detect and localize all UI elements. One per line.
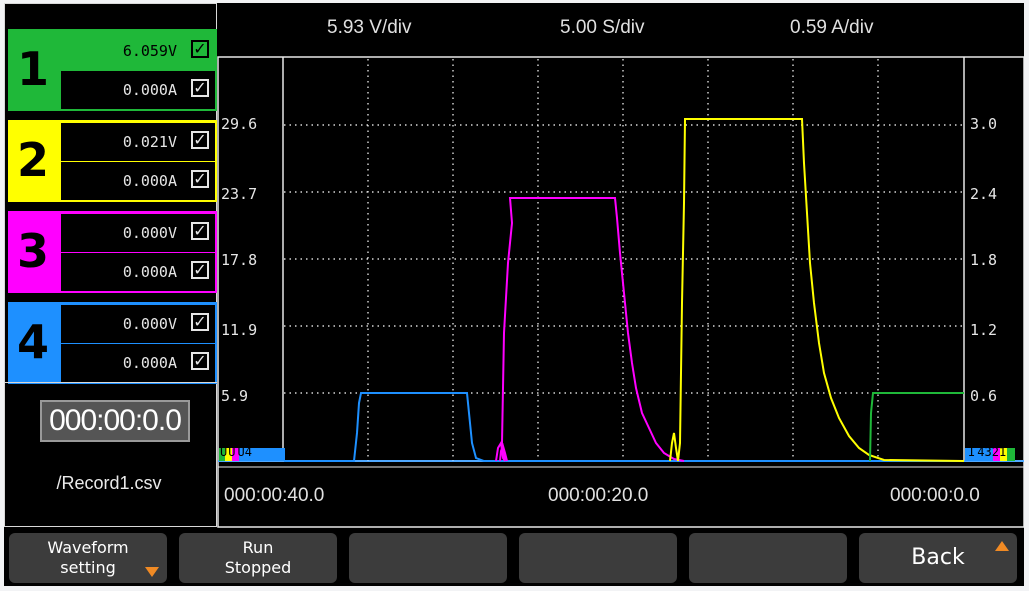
time-label-left: 000:00:40.0 (224, 485, 325, 506)
up-arrow-icon (995, 541, 1009, 551)
right-marker-text: I 4321 (968, 445, 1007, 459)
time-label-right: 000:00:0.0 (890, 485, 980, 506)
plot-frame (217, 56, 1024, 528)
trace-channel-3 (495, 197, 685, 462)
left-axis-label: 11.9 (221, 321, 258, 339)
dropdown-arrow-icon (145, 567, 159, 577)
back-button[interactable]: Back (859, 533, 1017, 583)
trace-channel-1 (869, 392, 964, 462)
left-axis-label: 17.8 (221, 251, 258, 269)
left-axis-label: 23.7 (221, 185, 258, 203)
plot-grid (284, 59, 964, 461)
left-axis-label: 29.6 (221, 115, 258, 133)
right-axis-label: 1.8 (970, 251, 998, 269)
right-axis-label: 2.4 (970, 185, 998, 203)
left-axis-label: 5.9 (221, 387, 249, 405)
softkey-3[interactable] (349, 533, 507, 583)
waveform-plot (217, 56, 1024, 528)
time-label-mid: 000:00:20.0 (548, 485, 649, 506)
right-axis-label: 0.6 (970, 387, 998, 405)
left-marker-text: UU U4 (220, 445, 252, 459)
right-axis-label: 1.2 (970, 321, 998, 339)
right-axis-label: 3.0 (970, 115, 998, 133)
softkey-5[interactable] (689, 533, 847, 583)
softkey-4[interactable] (519, 533, 677, 583)
run-stopped-button[interactable]: Run Stopped (179, 533, 337, 583)
psu-screen: 1 6.059V ✓ 0.000A ✓ 2 0.021V ✓ 0.000A ✓ (4, 3, 1024, 586)
waveform-setting-button[interactable]: Waveform setting (9, 533, 167, 583)
trace-channel-2 (669, 118, 965, 462)
